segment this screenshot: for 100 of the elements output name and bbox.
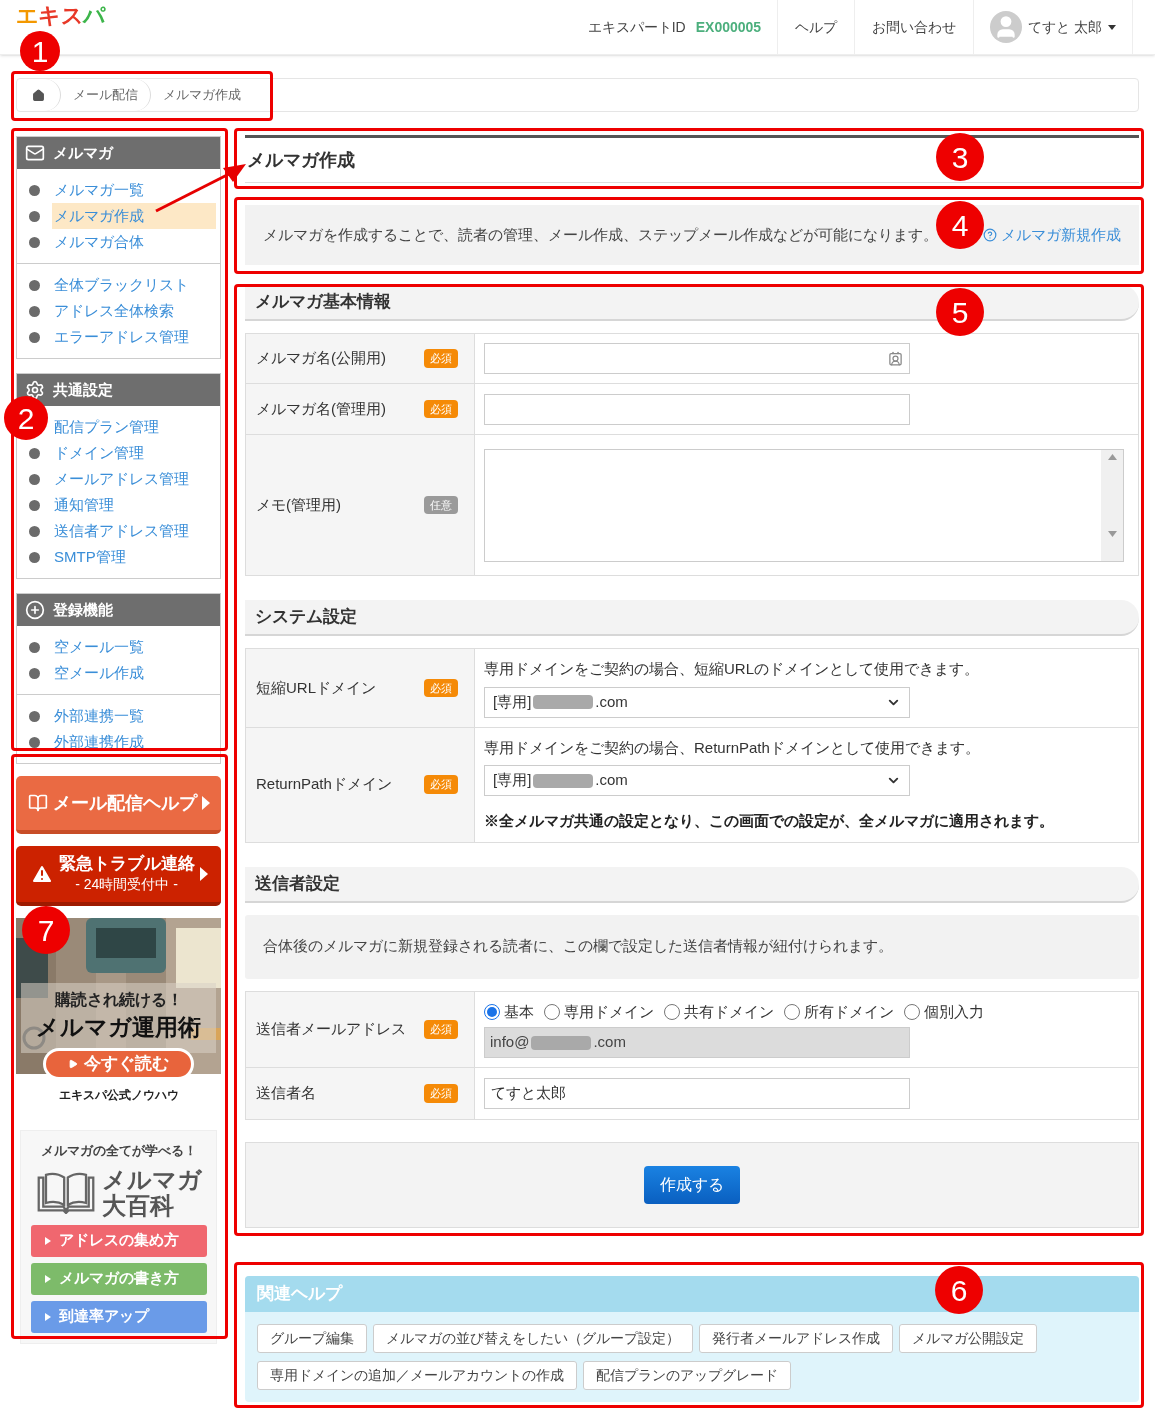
field-label: メルマガ名(管理用)	[256, 398, 386, 419]
field-label: メルマガ名(公開用)	[256, 348, 386, 369]
banner-title: メルマガ運用術	[36, 1013, 201, 1042]
help-topic-button[interactable]: 配信プランのアップグレード	[583, 1361, 791, 1390]
annotation-number: 1	[20, 31, 60, 71]
help-topic-button[interactable]: 専用ドメインの追加／メールアカウントの作成	[257, 1361, 577, 1390]
breadcrumb-link[interactable]: メルマガ作成	[151, 79, 253, 111]
required-label: 必須	[424, 1084, 458, 1103]
domain-select[interactable]: [専用] .com	[484, 686, 910, 718]
sidebar-item[interactable]: 空メール一覧	[52, 634, 216, 660]
annotation-number: 6	[935, 1266, 983, 1314]
settings-icon	[25, 380, 45, 400]
panel-title: メルマガ	[53, 142, 113, 163]
required-label: 必須	[424, 399, 458, 419]
guide-link-button[interactable]: 到達率アップ	[30, 1300, 207, 1333]
help-topic-button[interactable]: メルマガの並び替えをしたい（グループ設定）	[373, 1324, 693, 1353]
read-now-button[interactable]: 今すぐ読む	[43, 1048, 194, 1080]
open-book-icon	[35, 1171, 96, 1214]
required-label: 必須	[424, 775, 458, 794]
domain-select[interactable]: [専用] .com	[484, 765, 910, 796]
panel-title: 共通設定	[53, 379, 113, 400]
triangle-right-icon	[44, 1274, 51, 1283]
scroll-down-icon[interactable]	[1107, 530, 1117, 537]
bullet-icon	[29, 667, 40, 679]
header-link[interactable]: お問い合わせ	[855, 0, 975, 54]
text-field[interactable]	[484, 393, 910, 425]
banner-caption: エキスパ公式ノウハウ	[58, 1087, 179, 1104]
bullet-icon	[29, 473, 40, 485]
guide-link-button[interactable]: メルマガの書き方	[30, 1262, 207, 1295]
logo[interactable]: エキスパ	[16, 3, 106, 29]
bullet-icon	[29, 331, 40, 343]
field-label: 送信者名	[256, 1083, 316, 1104]
sidebar-item[interactable]: メールアドレス管理	[52, 466, 216, 492]
text-field[interactable]	[484, 343, 910, 374]
create-button[interactable]: 作成する	[644, 1166, 740, 1204]
bullet-icon	[29, 525, 40, 537]
bullet-icon	[29, 210, 40, 222]
sidebar-item[interactable]: メルマガ作成	[52, 203, 216, 229]
info-text: 合体後のメルマガに新規登録される読者に、この欄で設定した送信者情報が紐付けられます。	[263, 936, 893, 957]
guide-link-button[interactable]: アドレスの集め方	[30, 1224, 207, 1257]
sidebar-item[interactable]: 配信プラン管理	[52, 414, 216, 440]
sidebar-item[interactable]: 通知管理	[52, 492, 216, 518]
breadcrumb-link[interactable]: メール配信	[61, 79, 151, 111]
avatar-icon	[990, 11, 1023, 43]
bullet-icon	[29, 551, 40, 563]
help-button[interactable]: メール配信ヘルプ	[16, 776, 221, 834]
id-value: EX000005	[695, 17, 762, 37]
sidebar-item[interactable]: アドレス全体検索	[52, 298, 216, 324]
required-label: 必須	[424, 678, 458, 697]
user-menu[interactable]: てすと 太郎	[974, 0, 1133, 54]
banner-headline: 購読され続ける！	[54, 990, 183, 1010]
redacted-mark	[531, 1035, 592, 1050]
contact-card-icon[interactable]	[888, 351, 903, 366]
section-title: システム設定	[255, 606, 357, 629]
sidebar-item[interactable]: メルマガ合体	[52, 229, 216, 255]
help-topic-button[interactable]: 発行者メールアドレス作成	[699, 1324, 893, 1353]
section-title: メルマガ基本情報	[255, 291, 391, 314]
sidebar-item[interactable]: 外部連携一覧	[52, 703, 216, 729]
play-icon	[68, 1059, 78, 1069]
sidebar-item[interactable]: メルマガ一覧	[52, 177, 216, 203]
bullet-icon	[29, 641, 40, 653]
required-label: 必須	[424, 1020, 458, 1039]
field-note: ※全メルマガ共通の設定となり、この画面での設定が、全メルマガに適用されます。	[484, 811, 1054, 831]
sidebar-item[interactable]: SMTP管理	[52, 544, 216, 570]
encyclopedia-tagline: メルマガの全てが学べる！	[40, 1142, 197, 1160]
redacted-mark	[533, 773, 594, 788]
emergency-button[interactable]: 緊急トラブル連絡 - 24時間受付中 -	[16, 846, 221, 906]
annotation-number: 7	[22, 906, 70, 954]
encyclopedia-title: メルマガ	[101, 1166, 202, 1193]
help-topic-button[interactable]: グループ編集	[257, 1324, 367, 1353]
triangle-right-icon	[201, 796, 210, 810]
triangle-right-icon	[44, 1236, 51, 1245]
bullet-icon	[29, 236, 40, 248]
bullet-icon	[29, 447, 40, 459]
panel-title: 登録機能	[53, 599, 113, 620]
scroll-up-icon[interactable]	[1107, 453, 1117, 460]
intro-text: メルマガを作成することで、読者の管理、メール作成、ステップメール作成などが可能になります。	[263, 224, 938, 245]
bullet-icon	[29, 305, 40, 317]
required-label: 任意	[424, 495, 458, 515]
triangle-right-icon	[44, 1312, 51, 1321]
field-description: 専用ドメインをご契約の場合、ReturnPathドメインとして使用できます。	[484, 737, 981, 758]
bullet-icon	[29, 736, 40, 748]
section-title: 送信者設定	[255, 872, 340, 895]
field-label: ReturnPathドメイン	[256, 774, 392, 795]
home-icon	[32, 88, 45, 102]
sidebar-item[interactable]: エラーアドレス管理	[52, 324, 216, 350]
help-icon	[983, 228, 997, 242]
mail-icon	[25, 143, 45, 163]
sidebar-item[interactable]: 空メール作成	[52, 660, 216, 686]
scrollbar[interactable]	[1101, 449, 1123, 561]
field-description: 専用ドメインをご契約の場合、短縮URLのドメインとして使用できます。	[484, 659, 979, 679]
new-newsletter-link[interactable]: メルマガ新規作成	[983, 223, 1121, 247]
bullet-icon	[29, 279, 40, 291]
help-topic-button[interactable]: メルマガ公開設定	[899, 1324, 1037, 1353]
sidebar-item[interactable]: ドメイン管理	[52, 440, 216, 466]
sidebar-item[interactable]: 送信者アドレス管理	[52, 518, 216, 544]
bullet-icon	[29, 184, 40, 196]
text-field[interactable]: てすと太郎	[484, 1078, 910, 1109]
header-link[interactable]: ヘルプ	[778, 0, 856, 54]
sidebar-item[interactable]: 全体ブラックリスト	[52, 272, 216, 298]
